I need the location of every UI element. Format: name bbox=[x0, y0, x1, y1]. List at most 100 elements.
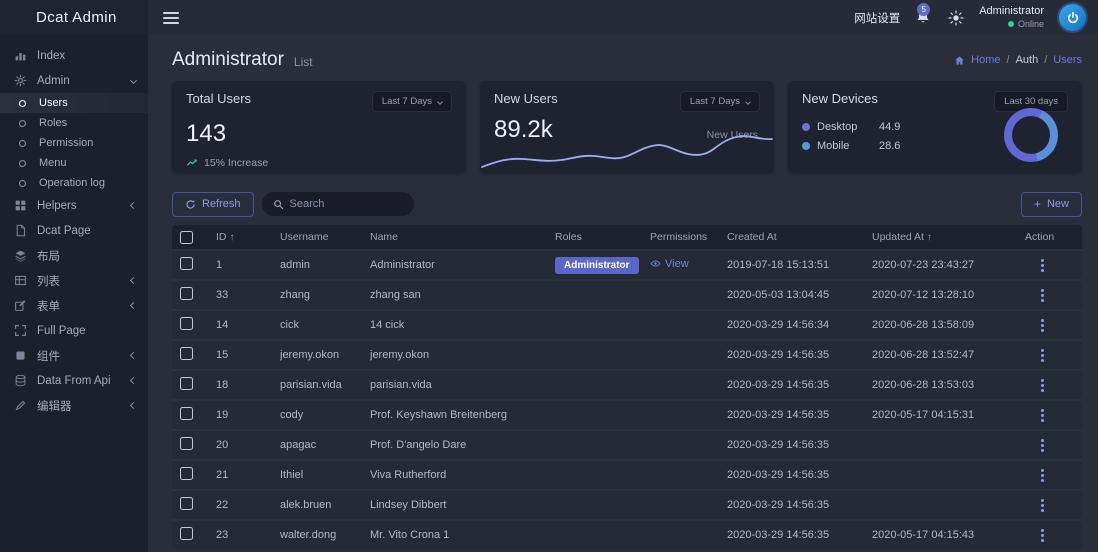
refresh-button[interactable]: Refresh bbox=[172, 192, 254, 217]
row-created-at: 2020-03-29 14:56:35 bbox=[727, 379, 872, 391]
online-label: Online bbox=[1018, 19, 1044, 30]
main-content: Administrator List Home / Auth / Users T… bbox=[148, 35, 1098, 552]
row-id: 15 bbox=[216, 349, 280, 361]
card-total-users: Total Users Last 7 Days 143 15% Increase bbox=[172, 81, 466, 173]
select-all-checkbox[interactable] bbox=[180, 231, 193, 244]
search-input[interactable] bbox=[290, 198, 403, 210]
breadcrumb-users[interactable]: Users bbox=[1053, 54, 1082, 66]
metric-value: 143 bbox=[186, 120, 452, 148]
row-action-menu-button[interactable] bbox=[1035, 406, 1050, 425]
sort-arrow-icon[interactable]: ↑ bbox=[230, 232, 235, 243]
row-username: zhang bbox=[280, 289, 370, 301]
column-header-updated_at[interactable]: Updated At↑ bbox=[872, 231, 1025, 243]
circle-icon bbox=[16, 97, 29, 110]
sidebar-item-menu[interactable]: Menu bbox=[0, 153, 148, 173]
row-action-menu-button[interactable] bbox=[1035, 526, 1050, 545]
row-username: cody bbox=[280, 409, 370, 421]
row-name: Prof. Keyshawn Breitenberg bbox=[370, 409, 555, 421]
row-created-at: 2020-03-29 14:56:35 bbox=[727, 349, 872, 361]
breadcrumb-home[interactable]: Home bbox=[971, 54, 1000, 66]
row-action-menu-button[interactable] bbox=[1035, 346, 1050, 365]
sidebar-item-data-from-api[interactable]: Data From Api bbox=[0, 368, 148, 393]
row-name: jeremy.okon bbox=[370, 349, 555, 361]
row-checkbox[interactable] bbox=[180, 497, 193, 510]
circle-icon bbox=[16, 117, 29, 130]
row-username: parisian.vida bbox=[280, 379, 370, 391]
sidebar-item-roles[interactable]: Roles bbox=[0, 113, 148, 133]
row-created-at: 2020-05-03 13:04:45 bbox=[727, 289, 872, 301]
column-header-id[interactable]: ID↑ bbox=[216, 231, 280, 243]
column-label: Username bbox=[280, 231, 328, 243]
sidebar-item-permission[interactable]: Permission bbox=[0, 133, 148, 153]
edit-icon bbox=[14, 299, 27, 312]
row-created-at: 2020-03-29 14:56:34 bbox=[727, 319, 872, 331]
sort-arrow-icon[interactable]: ↑ bbox=[927, 232, 932, 243]
view-permission-link[interactable]: View bbox=[650, 258, 689, 270]
sidebar-item-label: Menu bbox=[39, 157, 67, 169]
row-checkbox[interactable] bbox=[180, 377, 193, 390]
sidebar-item-dcat-page[interactable]: Dcat Page bbox=[0, 218, 148, 243]
row-checkbox[interactable] bbox=[180, 407, 193, 420]
sidebar-item-编辑器[interactable]: 编辑器 bbox=[0, 393, 148, 418]
row-checkbox[interactable] bbox=[180, 437, 193, 450]
row-name: Mr. Vito Crona 1 bbox=[370, 529, 555, 541]
row-name: Lindsey Dibbert bbox=[370, 499, 555, 511]
row-checkbox[interactable] bbox=[180, 467, 193, 480]
row-checkbox[interactable] bbox=[180, 317, 193, 330]
sidebar-item-列表[interactable]: 列表 bbox=[0, 268, 148, 293]
layers-icon bbox=[14, 249, 27, 262]
row-updated-at: 2020-06-28 13:52:47 bbox=[872, 349, 1025, 361]
sidebar-item-full-page[interactable]: Full Page bbox=[0, 318, 148, 343]
row-checkbox[interactable] bbox=[180, 347, 193, 360]
sidebar-item-users[interactable]: Users bbox=[0, 93, 148, 113]
sidebar-item-组件[interactable]: 组件 bbox=[0, 343, 148, 368]
sidebar-item-布局[interactable]: 布局 bbox=[0, 243, 148, 268]
row-updated-at: 2020-07-12 13:28:10 bbox=[872, 289, 1025, 301]
row-action-menu-button[interactable] bbox=[1035, 316, 1050, 335]
column-label: Action bbox=[1025, 231, 1054, 243]
row-checkbox[interactable] bbox=[180, 527, 193, 540]
search-icon bbox=[273, 199, 284, 210]
table-header: ID↑UsernameNameRolesPermissionsCreated A… bbox=[172, 225, 1082, 249]
user-avatar[interactable] bbox=[1059, 4, 1086, 31]
column-header-checkbox bbox=[180, 231, 216, 244]
row-action-menu-button[interactable] bbox=[1035, 496, 1050, 515]
row-id: 19 bbox=[216, 409, 280, 421]
row-username: apagac bbox=[280, 439, 370, 451]
row-id: 21 bbox=[216, 469, 280, 481]
new-button[interactable]: + New bbox=[1021, 192, 1082, 217]
row-action-menu-button[interactable] bbox=[1035, 436, 1050, 455]
circle-icon bbox=[16, 177, 29, 190]
sidebar-item-index[interactable]: Index bbox=[0, 43, 148, 68]
user-info[interactable]: Administrator Online bbox=[979, 5, 1044, 30]
table-row: 33zhangzhang san2020-05-03 13:04:452020-… bbox=[172, 279, 1082, 309]
row-updated-at: 2020-06-28 13:53:03 bbox=[872, 379, 1025, 391]
column-label: Updated At bbox=[872, 231, 924, 243]
range-selector[interactable]: Last 7 Days bbox=[680, 91, 760, 112]
chevron-left-icon bbox=[130, 202, 137, 209]
hamburger-menu-icon[interactable] bbox=[163, 12, 179, 24]
notifications-button[interactable]: 5 bbox=[915, 9, 933, 27]
role-badge[interactable]: Administrator bbox=[555, 257, 639, 274]
site-settings-link[interactable]: 网站设置 bbox=[854, 10, 900, 26]
sparkline-chart bbox=[480, 125, 774, 171]
row-action-menu-button[interactable] bbox=[1035, 286, 1050, 305]
row-action-menu-button[interactable] bbox=[1035, 466, 1050, 485]
table-row: 19codyProf. Keyshawn Breitenberg2020-03-… bbox=[172, 399, 1082, 429]
row-action-menu-button[interactable] bbox=[1035, 256, 1050, 275]
trend-up-icon bbox=[186, 157, 198, 169]
row-checkbox[interactable] bbox=[180, 257, 193, 270]
sidebar-item-admin[interactable]: Admin bbox=[0, 68, 148, 93]
sidebar-item-helpers[interactable]: Helpers bbox=[0, 193, 148, 218]
range-selector[interactable]: Last 7 Days bbox=[372, 91, 452, 112]
top-navbar: Dcat Admin 网站设置 5 Administrator Online bbox=[0, 0, 1098, 35]
row-action-menu-button[interactable] bbox=[1035, 376, 1050, 395]
legend-label: Mobile bbox=[817, 140, 879, 152]
row-checkbox[interactable] bbox=[180, 287, 193, 300]
column-label: ID bbox=[216, 231, 227, 243]
sidebar-item-operation-log[interactable]: Operation log bbox=[0, 173, 148, 193]
sidebar-item-label: Full Page bbox=[37, 325, 86, 337]
row-name: 14 cick bbox=[370, 319, 555, 331]
sidebar-item-表单[interactable]: 表单 bbox=[0, 293, 148, 318]
theme-toggle-sun-icon[interactable] bbox=[948, 10, 964, 26]
